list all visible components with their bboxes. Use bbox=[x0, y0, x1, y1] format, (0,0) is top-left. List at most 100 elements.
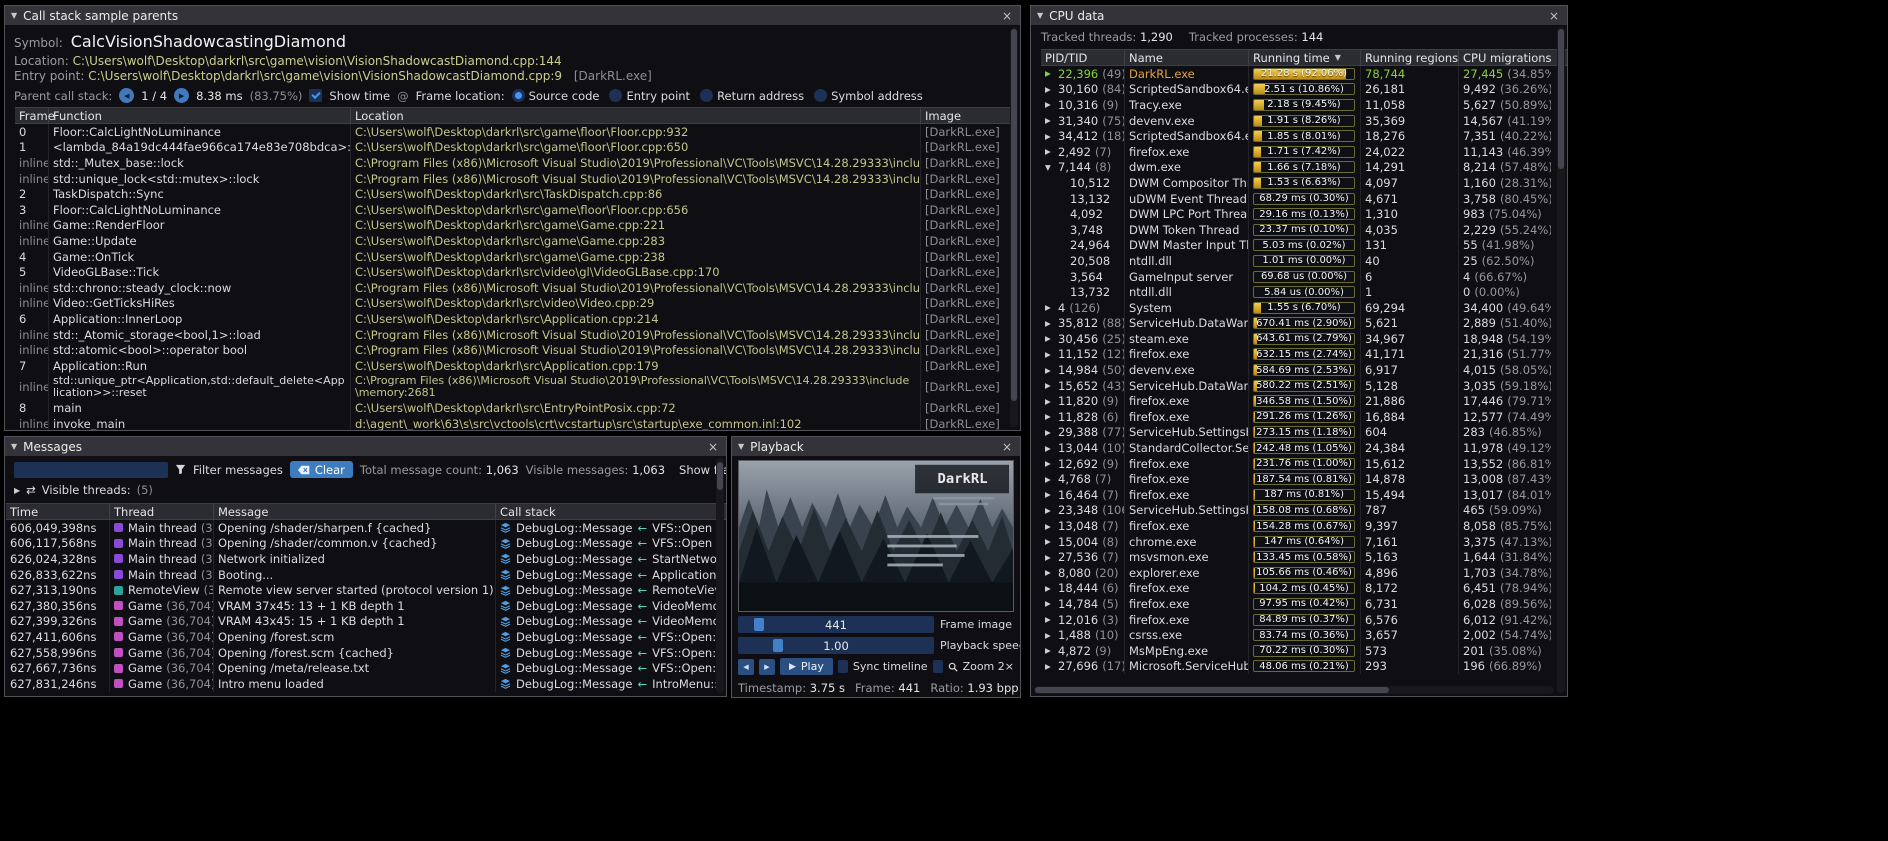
zoom-checkbox[interactable] bbox=[933, 660, 943, 673]
col-running-time[interactable]: Running time▼ bbox=[1249, 50, 1361, 65]
frame-row[interactable]: 5 VideoGLBase::Tick C:\Users\wolf\Deskto… bbox=[15, 264, 1012, 280]
frame-row[interactable]: inline std::chrono::steady_clock::now C:… bbox=[15, 280, 1012, 296]
expand-caret-icon[interactable]: ▶ bbox=[1045, 303, 1054, 312]
col-running-regions[interactable]: Running regions bbox=[1361, 50, 1459, 65]
expand-caret-icon[interactable]: ▶ bbox=[1045, 522, 1054, 531]
close-icon[interactable]: × bbox=[1000, 440, 1014, 454]
expand-caret-icon[interactable]: ▶ bbox=[1045, 662, 1054, 671]
close-icon[interactable]: × bbox=[706, 440, 720, 454]
cpu-process-row[interactable]: ▶ 11,152 (12) firefox.exe 632.15 ms (2.7… bbox=[1041, 347, 1567, 363]
cpu-process-row[interactable]: ▶ 16,464 (7) firefox.exe 187 ms (0.81%) … bbox=[1041, 487, 1567, 503]
expand-caret-icon[interactable]: ▶ bbox=[1045, 412, 1054, 421]
message-callstack[interactable]: DebugLog::Message ← VFS::Open bbox=[496, 536, 726, 552]
cpu-process-row[interactable]: ▶ 1,488 (10) csrss.exe 83.74 ms (0.36%) … bbox=[1041, 627, 1567, 643]
frame-row[interactable]: inline invoke_main d:\agent\_work\63\s\s… bbox=[15, 416, 1012, 431]
cpu-process-row[interactable]: 4,092 DWM LPC Port Thread 29.16 ms (0.13… bbox=[1041, 206, 1567, 222]
cpu-process-row[interactable]: ▶ 35,812 (88) ServiceHub.DataWareho 670.… bbox=[1041, 316, 1567, 332]
messages-titlebar[interactable]: ▼ Messages × bbox=[5, 437, 726, 456]
frame-row[interactable]: inline std::_Mutex_base::lock C:\Program… bbox=[15, 155, 1012, 171]
col-frame[interactable]: Frame bbox=[15, 108, 49, 123]
cpu-process-row[interactable]: ▶ 34,412 (18) ScriptedSandbox64.exe 1.85… bbox=[1041, 128, 1567, 144]
expand-caret-icon[interactable]: ▶ bbox=[1045, 319, 1054, 328]
expand-caret-icon[interactable]: ▶ bbox=[1045, 428, 1054, 437]
message-row[interactable]: 606,049,398ns Main thread (31,596) Openi… bbox=[6, 520, 726, 536]
collapse-icon[interactable]: ▼ bbox=[11, 11, 17, 20]
cpu-horizontal-scrollbar[interactable] bbox=[1034, 686, 1554, 694]
col-pid-tid[interactable]: PID/TID bbox=[1041, 50, 1125, 65]
cpu-process-row[interactable]: ▶ 2,492 (7) firefox.exe 1.71 s (7.42%) 2… bbox=[1041, 144, 1567, 160]
prev-parent-button[interactable]: ◀ bbox=[119, 88, 134, 103]
frame-row[interactable]: 2 TaskDispatch::Sync C:\Users\wolf\Deskt… bbox=[15, 186, 1012, 202]
cpu-process-row[interactable]: ▶ 31,340 (75) devenv.exe 1.91 s (8.26%) … bbox=[1041, 113, 1567, 129]
message-row[interactable]: 627,399,326ns Game (36,704) VRAM 43x45: … bbox=[6, 614, 726, 630]
cpu-process-row[interactable]: ▶ 27,696 (17) Microsoft.ServiceHub.Co 48… bbox=[1041, 659, 1567, 675]
col-name[interactable]: Name bbox=[1125, 50, 1249, 65]
frame-row[interactable]: inline std::_Atomic_storage<bool,1>::loa… bbox=[15, 327, 1012, 343]
sync-timeline-checkbox[interactable] bbox=[838, 660, 848, 673]
cpu-process-row[interactable]: ▶ 14,984 (50) devenv.exe 584.69 ms (2.53… bbox=[1041, 362, 1567, 378]
frame-row[interactable]: inline std::unique_ptr<Application,std::… bbox=[15, 374, 1012, 401]
frame-row[interactable]: 6 Application::InnerLoop C:\Users\wolf\D… bbox=[15, 311, 1012, 327]
message-callstack[interactable]: DebugLog::Message ← VFS::Open: bbox=[496, 629, 726, 645]
frame-row[interactable]: 3 Floor::CalcLightNoLuminance C:\Users\w… bbox=[15, 202, 1012, 218]
frame-row[interactable]: 8 main C:\Users\wolf\Desktop\darkrl\src\… bbox=[15, 401, 1012, 417]
frame-location-radio[interactable]: Return address bbox=[700, 89, 804, 103]
cpu-titlebar[interactable]: ▼ CPU data × bbox=[1031, 6, 1567, 25]
collapse-icon[interactable]: ▼ bbox=[1037, 11, 1043, 20]
cpu-process-row[interactable]: ▶ 30,456 (25) steam.exe 643.61 ms (2.79%… bbox=[1041, 331, 1567, 347]
cpu-process-row[interactable]: 3,748 DWM Token Thread 23.37 ms (0.10%) … bbox=[1041, 222, 1567, 238]
collapse-icon[interactable]: ▼ bbox=[11, 442, 17, 451]
show-time-checkbox[interactable] bbox=[309, 89, 322, 102]
cpu-process-row[interactable]: ▶ 15,004 (8) chrome.exe 147 ms (0.64%) 7… bbox=[1041, 534, 1567, 550]
frame-row[interactable]: inline std::atomic<bool>::operator bool … bbox=[15, 342, 1012, 358]
cpu-process-row[interactable]: ▶ 23,348 (106) ServiceHub.SettingsHost 1… bbox=[1041, 503, 1567, 519]
next-parent-button[interactable]: ▶ bbox=[174, 88, 189, 103]
expand-caret-icon[interactable]: ▶ bbox=[1045, 631, 1054, 640]
message-row[interactable]: 626,024,328ns Main thread (31,596) Netwo… bbox=[6, 551, 726, 567]
frame-row[interactable]: 1 <lambda_84a19dc444fae966ca174e83e708bd… bbox=[15, 140, 1012, 156]
prev-frame-button[interactable]: ◀ bbox=[738, 659, 754, 675]
playback-speed-slider[interactable]: 1.00 bbox=[738, 637, 934, 654]
frame-location-radio[interactable]: Entry point bbox=[609, 89, 690, 103]
frame-row[interactable]: 0 Floor::CalcLightNoLuminance C:\Users\w… bbox=[15, 124, 1012, 140]
message-callstack[interactable]: DebugLog::Message ← VideoMemo bbox=[496, 614, 726, 630]
message-callstack[interactable]: DebugLog::Message ← VFS::Open bbox=[496, 520, 726, 536]
expand-caret-icon[interactable]: ▶ bbox=[1045, 537, 1054, 546]
message-row[interactable]: 627,313,190ns RemoteView (31,392) Remote… bbox=[6, 582, 726, 598]
message-callstack[interactable]: DebugLog::Message ← VFS::Open: bbox=[496, 660, 726, 676]
col-image[interactable]: Image bbox=[921, 108, 1009, 123]
expand-caret-icon[interactable]: ▶ bbox=[1045, 475, 1054, 484]
message-callstack[interactable]: DebugLog::Message ← IntroMenu:: bbox=[496, 676, 726, 692]
expand-caret-icon[interactable]: ▶ bbox=[1045, 646, 1054, 655]
frame-row[interactable]: inline Video::GetTicksHiRes C:\Users\wol… bbox=[15, 296, 1012, 312]
expand-caret-icon[interactable]: ▶ bbox=[1045, 69, 1054, 78]
cpu-process-row[interactable]: ▼ 7,144 (8) dwm.exe 1.66 s (7.18%) 14,29… bbox=[1041, 160, 1567, 176]
cpu-process-row[interactable]: ▶ 10,316 (9) Tracy.exe 2.18 s (9.45%) 11… bbox=[1041, 97, 1567, 113]
next-frame-button[interactable]: ▶ bbox=[759, 659, 775, 675]
expand-caret-icon[interactable]: ▶ bbox=[1045, 100, 1054, 109]
col-callstack[interactable]: Call stack bbox=[496, 504, 726, 519]
expand-caret-icon[interactable]: ▶ bbox=[1045, 116, 1054, 125]
message-callstack[interactable]: DebugLog::Message ← VFS::Open: bbox=[496, 645, 726, 661]
cpu-process-row[interactable]: ▶ 27,536 (7) msvsmon.exe 133.45 ms (0.58… bbox=[1041, 549, 1567, 565]
cpu-process-row[interactable]: 20,508 ntdll.dll 1.01 ms (0.00%) 40 25 (… bbox=[1041, 253, 1567, 269]
cpu-process-row[interactable]: ▶ 30,160 (84) ScriptedSandbox64.exe 2.51… bbox=[1041, 82, 1567, 98]
cpu-process-row[interactable]: ▶ 8,080 (20) explorer.exe 105.66 ms (0.4… bbox=[1041, 565, 1567, 581]
close-icon[interactable]: × bbox=[1000, 9, 1014, 23]
expand-caret-icon[interactable]: ▶ bbox=[1045, 490, 1054, 499]
expand-caret-icon[interactable]: ▶ bbox=[1045, 599, 1054, 608]
cpu-process-row[interactable]: ▶ 4 (126) System 1.55 s (6.70%) 69,294 3… bbox=[1041, 300, 1567, 316]
message-callstack[interactable]: DebugLog::Message ← VideoMemo bbox=[496, 598, 726, 614]
expand-caret-icon[interactable]: ▶ bbox=[1045, 132, 1054, 141]
frame-row[interactable]: 7 Application::Run C:\Users\wolf\Desktop… bbox=[15, 358, 1012, 374]
message-callstack[interactable]: DebugLog::Message ← Application: bbox=[496, 567, 726, 583]
message-row[interactable]: 627,411,606ns Game (36,704) Opening /for… bbox=[6, 629, 726, 645]
play-button[interactable]: ▶ Play bbox=[780, 658, 833, 675]
expand-caret-icon[interactable]: ▶ bbox=[1045, 444, 1054, 453]
expand-caret-icon[interactable]: ▶ bbox=[1045, 397, 1054, 406]
expand-caret-icon[interactable]: ▶ bbox=[1045, 615, 1054, 624]
cpu-process-row[interactable]: 13,732 ntdll.dll 5.84 us (0.00%) 1 0 (0.… bbox=[1041, 284, 1567, 300]
frame-location-radio[interactable]: Source code bbox=[512, 89, 600, 103]
frame-row[interactable]: inline Game::Update C:\Users\wolf\Deskto… bbox=[15, 233, 1012, 249]
message-row[interactable]: 627,667,736ns Game (36,704) Opening /met… bbox=[6, 660, 726, 676]
